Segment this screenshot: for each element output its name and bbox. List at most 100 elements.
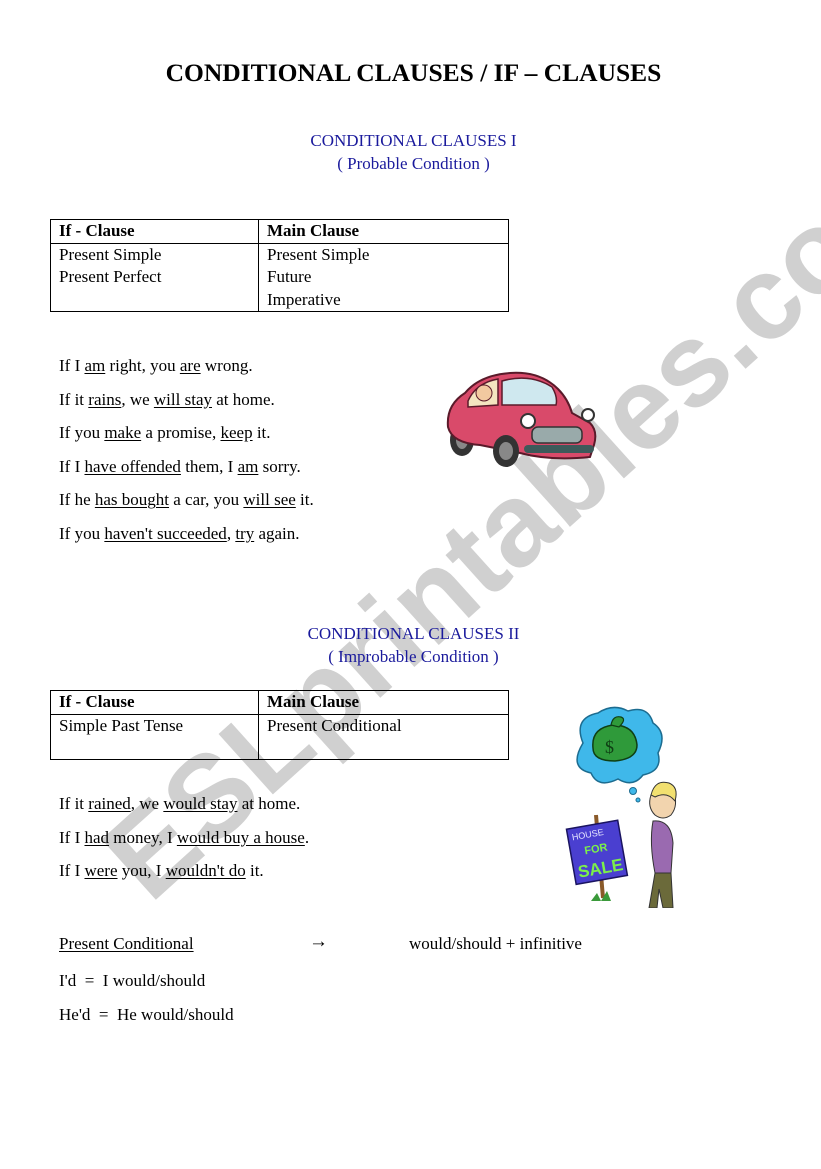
sentence-text: If it: [59, 389, 89, 409]
example-sentence: If you haven't succeeded, try again.: [59, 523, 314, 557]
if-clause-cell: Simple Past Tense: [50, 713, 259, 760]
sentence-text: a car, you: [169, 490, 244, 510]
sentence-text: If I: [59, 861, 85, 881]
page-title: CONDITIONAL CLAUSES / IF – CLAUSES: [165, 58, 662, 87]
section-2-examples: If it rained, we would stay at home. If I…: [59, 793, 309, 894]
car-headlight-right: [581, 408, 595, 422]
sentence-text: it.: [245, 861, 264, 881]
sentence-text: If you: [59, 423, 105, 443]
thought-dot: [635, 797, 641, 803]
underlined-verb: am: [84, 356, 106, 375]
table-row: Present Simple Present Perfect Present S…: [50, 242, 509, 312]
sentence-text: right, you: [105, 356, 180, 375]
sentence-text: , we: [130, 794, 164, 813]
section-2-table: If - Clause Main Clause Simple Past Tens…: [50, 690, 509, 760]
section-1-subtitle: ( Probable Condition ): [337, 154, 490, 173]
if-clause-cell: Present Simple Present Perfect: [50, 242, 259, 312]
sentence-text: If I: [59, 356, 85, 375]
sentence-text: it.: [295, 490, 314, 510]
underlined-verb: haven't succeeded: [104, 523, 227, 543]
car-headlight-left: [520, 413, 536, 429]
cell-line: Simple Past Tense: [59, 715, 184, 735]
section-1-title: CONDITIONAL CLAUSES I: [310, 131, 517, 150]
sentence-text: at home.: [237, 794, 301, 813]
underlined-verb: will see: [243, 490, 296, 510]
sentence-text: If I: [59, 456, 85, 476]
sentence-text: a promise,: [141, 423, 221, 443]
example-sentence: If he has bought a car, you will see it.: [59, 489, 314, 523]
example-sentence: If I am right, you are wrong.: [59, 355, 314, 389]
sentence-text: it.: [252, 423, 271, 443]
underlined-verb: would buy a house: [176, 827, 305, 847]
present-conditional-label: Present Conditional: [59, 934, 194, 953]
thought-dot: [629, 787, 637, 795]
right-arrow-icon: →: [309, 931, 328, 952]
sentence-text: .: [304, 827, 310, 847]
section-2-heading: CONDITIONAL CLAUSES II ( Improbable Cond…: [0, 622, 821, 668]
car-grille: [531, 426, 583, 444]
underlined-verb: were: [84, 861, 118, 881]
sentence-text: money, I: [109, 827, 177, 847]
example-sentence: If you make a promise, keep it.: [59, 422, 314, 456]
cell-line: Present Simple: [267, 244, 370, 264]
sentence-text: , we: [121, 389, 154, 409]
header-main-clause: Main Clause: [258, 219, 509, 244]
car-front-wheel: [493, 435, 519, 467]
table-header-row: If - Clause Main Clause: [50, 690, 509, 715]
underlined-verb: have offended: [84, 456, 181, 476]
dollar-sign: $: [605, 737, 614, 757]
cell-line: Future: [267, 267, 312, 286]
section-1-examples: If I am right, you are wrong. If it rains…: [59, 355, 314, 557]
underlined-verb: rained: [88, 794, 131, 813]
sentence-text: If it: [59, 794, 89, 813]
example-sentence: If I had money, I would buy a house.: [59, 827, 309, 861]
underlined-verb: would stay: [163, 794, 238, 813]
sentence-text: again.: [254, 523, 300, 543]
header-if-clause: If - Clause: [50, 219, 259, 244]
sentence-text: you, I: [117, 861, 166, 881]
underlined-verb: am: [237, 456, 259, 476]
example-sentence: If it rains, we will stay at home.: [59, 389, 314, 423]
sentence-text: If you: [59, 523, 105, 543]
sentence-text: wrong.: [200, 356, 253, 375]
contraction-item: I'd = I would/should: [59, 971, 206, 990]
section-1-table: If - Clause Main Clause Present Simple P…: [50, 219, 509, 312]
section-2-title: CONDITIONAL CLAUSES II: [307, 624, 520, 643]
underlined-verb: keep: [220, 423, 253, 443]
example-sentence: If I were you, I wouldn't do it.: [59, 860, 309, 894]
present-conditional-formula: would/should + infinitive: [409, 934, 582, 953]
main-clause-cell: Present Simple Future Imperative: [258, 242, 509, 312]
underlined-verb: are: [179, 356, 201, 375]
underlined-verb: rains: [88, 389, 122, 409]
sentence-text: them, I: [180, 456, 238, 476]
section-1-heading: CONDITIONAL CLAUSES I ( Probable Conditi…: [0, 129, 821, 175]
cell-line: Present Simple: [59, 244, 162, 264]
table-header-row: If - Clause Main Clause: [50, 219, 509, 244]
underlined-verb: make: [104, 423, 142, 443]
worksheet-page: CONDITIONAL CLAUSES / IF – CLAUSES CONDI…: [0, 0, 821, 1169]
underlined-verb: had: [84, 827, 110, 847]
car-clipart: [446, 371, 597, 467]
for-sale-sign: HOUSE FOR SALE: [565, 819, 629, 886]
cell-line: Present Conditional: [267, 715, 402, 735]
driver-face: [475, 384, 493, 402]
contractions: I'd = I would/should He'd = He would/sho…: [59, 970, 234, 1038]
cell-line: Present Perfect: [59, 267, 162, 286]
underlined-verb: has bought: [94, 490, 170, 510]
sentence-text: at home.: [212, 389, 275, 409]
man-dreaming-clipart: $ HOUSE FOR SALE: [565, 706, 677, 908]
main-clause-cell: Present Conditional: [258, 713, 509, 760]
sentence-text: If I: [59, 827, 85, 847]
underlined-verb: wouldn't do: [165, 861, 246, 881]
cell-line: Imperative: [267, 289, 341, 309]
contraction-item: He'd = He would/should: [59, 1005, 234, 1024]
car-bumper: [524, 445, 594, 453]
underlined-verb: will stay: [153, 389, 212, 409]
underlined-verb: try: [235, 523, 255, 543]
example-sentence: If it rained, we would stay at home.: [59, 793, 309, 827]
header-main-clause: Main Clause: [258, 690, 509, 715]
man-figure: [648, 781, 677, 908]
table-row: Simple Past Tense Present Conditional: [50, 713, 509, 760]
sentence-text: If he: [59, 490, 95, 510]
sentence-text: sorry.: [258, 456, 301, 476]
